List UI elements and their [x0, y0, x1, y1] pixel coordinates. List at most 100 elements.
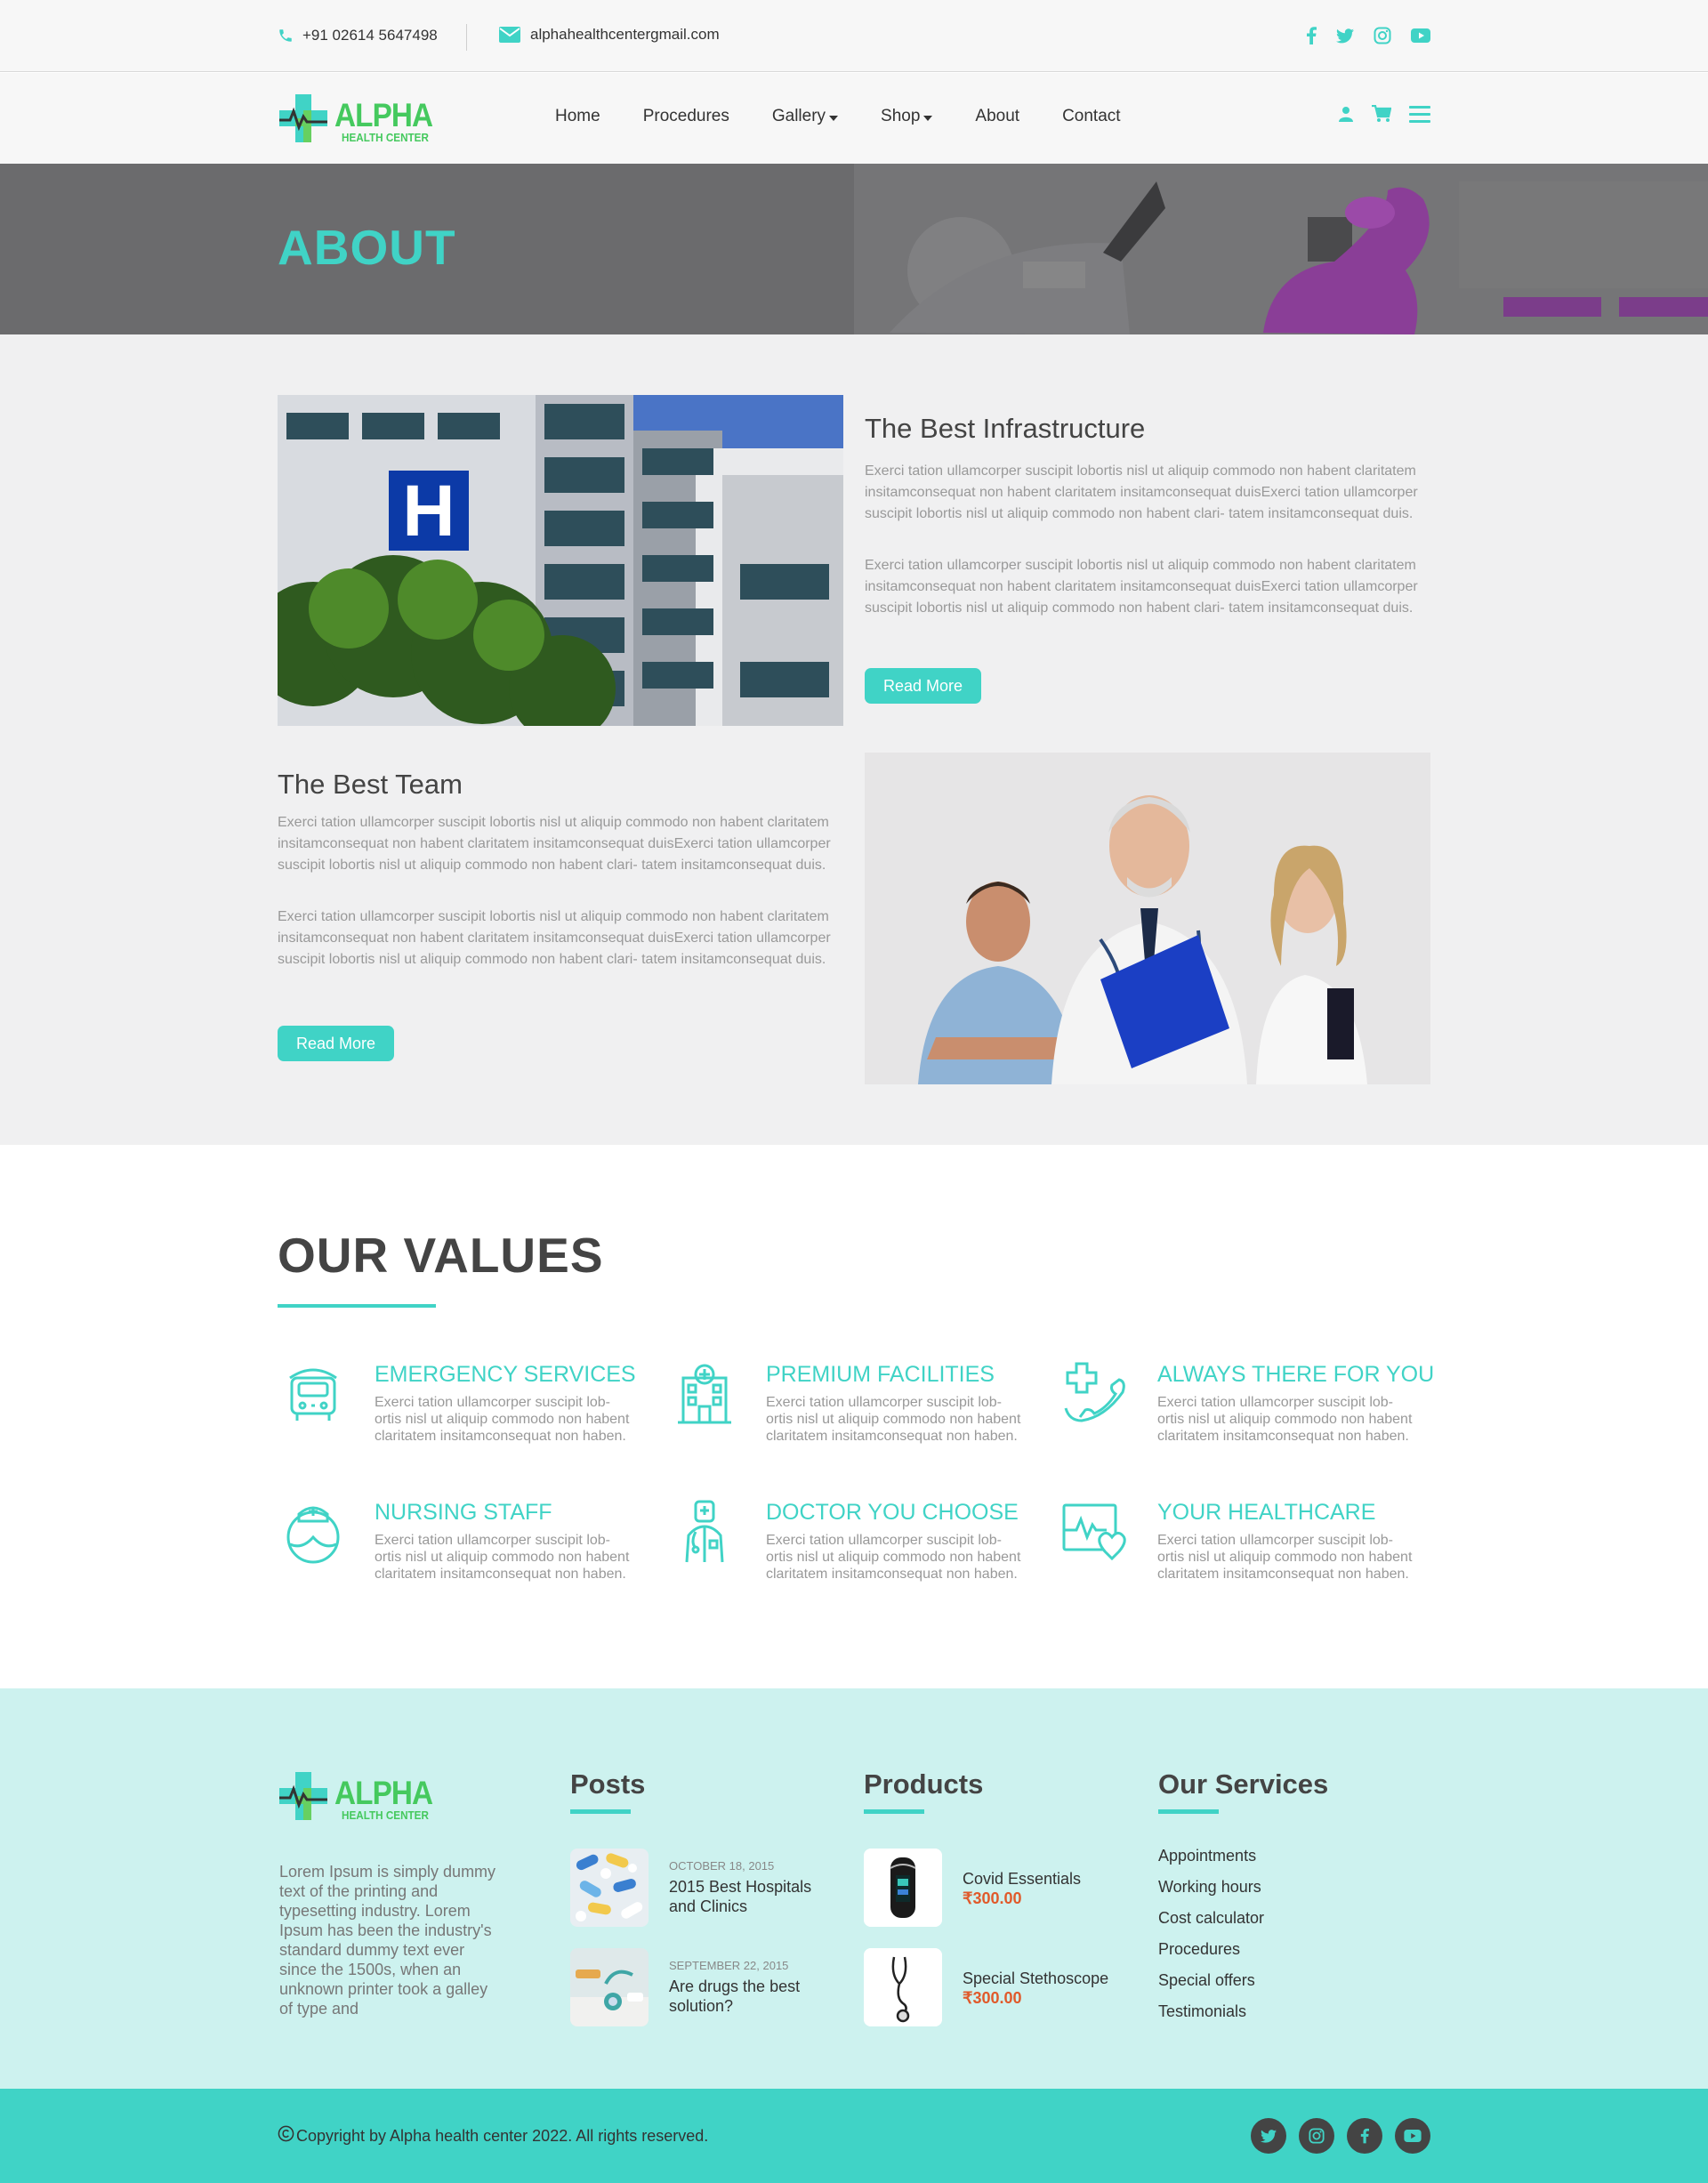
value-title: NURSING STAFF	[375, 1500, 552, 1525]
doctor-icon	[669, 1496, 740, 1567]
services-heading-underline	[1158, 1809, 1219, 1814]
values-title: OUR VALUES	[278, 1228, 604, 1283]
team-paragraph-1: Exerci tation ullamcorper suscipit lobor…	[278, 815, 831, 873]
value-title: EMERGENCY SERVICES	[375, 1362, 636, 1387]
nav-item-contact[interactable]: Contact	[1062, 107, 1120, 126]
cart-icon[interactable]	[1372, 105, 1391, 123]
products-heading-underline	[864, 1809, 924, 1814]
value-title: DOCTOR YOU CHOOSE	[766, 1500, 1019, 1525]
nav-label: Shop	[881, 107, 921, 125]
value-card: DOCTOR YOU CHOOSE Exerci tation ullamcor…	[669, 1496, 1043, 1603]
nav-icons	[1338, 105, 1430, 123]
value-title: ALWAYS THERE FOR YOU	[1157, 1362, 1435, 1387]
nav-item-about[interactable]: About	[975, 107, 1019, 126]
value-text: Exerci tation ullamcorper suscipit lob- …	[766, 1533, 1021, 1582]
team-read-more-button[interactable]: Read More	[278, 1026, 394, 1061]
copyright: Copyright by Alpha health center 2022. A…	[278, 2125, 708, 2147]
posts-heading-underline	[570, 1809, 631, 1814]
page-title: ABOUT	[278, 220, 456, 275]
service-link-procedures[interactable]: Procedures	[1158, 1940, 1240, 1959]
nav-label: About	[975, 107, 1020, 125]
value-text: Exerci tation ullamcorper suscipit lob- …	[1157, 1395, 1413, 1444]
post-item[interactable]: SEPTEMBER 22, 2015 Are drugs the best so…	[570, 1948, 828, 2026]
brand-title: ALPHA	[334, 96, 433, 133]
service-link-working-hours[interactable]: Working hours	[1158, 1878, 1261, 1897]
ambulance-icon	[278, 1358, 349, 1430]
nav-menu: Home Procedures Gallery Shop About Conta…	[555, 107, 1164, 126]
caret-down-icon	[829, 107, 839, 126]
copyright-text: Copyright by Alpha health center 2022. A…	[296, 2126, 709, 2145]
value-card: EMERGENCY SERVICES Exerci tation ullamco…	[278, 1358, 651, 1465]
email-contact[interactable]: alphahealthcentergmail.com	[498, 26, 720, 44]
email-address: alphahealthcentergmail.com	[530, 26, 720, 43]
nav-item-home[interactable]: Home	[555, 107, 600, 126]
divider	[466, 24, 467, 51]
post-date: OCTOBER 18, 2015	[669, 1859, 775, 1873]
infrastructure-paragraph-1: Exerci tation ullamcorper suscipit lobor…	[865, 463, 1418, 521]
phone-contact[interactable]: +91 02614 5647498	[278, 27, 438, 44]
about-section: H The Best Infrastructure Exerci tation …	[0, 334, 1708, 1145]
product-name: Special Stethoscope	[963, 1970, 1109, 1987]
value-text: Exerci tation ullamcorper suscipit lob- …	[766, 1395, 1021, 1444]
oximeter-thumbnail	[864, 1849, 942, 1927]
facebook-icon[interactable]	[1306, 27, 1317, 44]
envelope-icon	[498, 26, 521, 44]
facebook-icon[interactable]	[1347, 2118, 1382, 2154]
infrastructure-paragraph-2: Exerci tation ullamcorper suscipit lobor…	[865, 558, 1418, 616]
value-card: ALWAYS THERE FOR YOU Exerci tation ullam…	[1060, 1358, 1434, 1465]
values-section: OUR VALUES EMERGENCY SERVICES Exerci tat…	[0, 1145, 1708, 1688]
product-item[interactable]: Special Stethoscope ₹300.00	[864, 1948, 1148, 2026]
product-price: ₹300.00	[963, 1989, 1022, 2007]
footer: ALPHA HEALTH CENTER Lorem Ipsum is simpl…	[0, 1688, 1708, 2089]
infrastructure-read-more-button[interactable]: Read More	[865, 668, 981, 704]
value-text: Exerci tation ullamcorper suscipit lob- …	[375, 1533, 630, 1582]
value-card: YOUR HEALTHCARE Exerci tation ullamcorpe…	[1060, 1496, 1434, 1603]
nav-item-procedures[interactable]: Procedures	[643, 107, 729, 126]
post-title: 2015 Best Hospitals and Clinics	[669, 1878, 812, 1915]
product-price: ₹300.00	[963, 1889, 1022, 1907]
top-bar: +91 02614 5647498 alphahealthcentergmail…	[0, 0, 1708, 72]
values-title-underline	[278, 1304, 436, 1308]
instagram-icon[interactable]	[1299, 2118, 1334, 2154]
service-link-special-offers[interactable]: Special offers	[1158, 1971, 1255, 1990]
medical-cross-logo-icon	[278, 93, 329, 149]
post-title: Are drugs the best solution?	[669, 1978, 801, 2015]
brand-name: ALPHA HEALTH CENTER	[334, 99, 443, 143]
twitter-icon[interactable]	[1336, 27, 1354, 44]
service-link-cost-calculator[interactable]: Cost calculator	[1158, 1909, 1264, 1928]
brand-tagline: HEALTH CENTER	[342, 130, 429, 144]
nav-item-shop[interactable]: Shop	[881, 107, 933, 126]
copyright-icon	[278, 2125, 294, 2147]
copyright-bar: Copyright by Alpha health center 2022. A…	[0, 2089, 1708, 2183]
post-item[interactable]: OCTOBER 18, 2015 2015 Best Hospitals and…	[570, 1849, 828, 1927]
youtube-icon[interactable]	[1395, 2118, 1430, 2154]
team-title: The Best Team	[278, 769, 463, 800]
brand-tagline: HEALTH CENTER	[342, 1808, 429, 1822]
service-link-testimonials[interactable]: Testimonials	[1158, 2002, 1246, 2021]
stethoscope-product-thumbnail	[864, 1948, 942, 2026]
main-navbar: ALPHA HEALTH CENTER Home Procedures Gall…	[0, 73, 1708, 164]
user-icon[interactable]	[1338, 106, 1354, 122]
twitter-icon[interactable]	[1251, 2118, 1286, 2154]
nav-item-gallery[interactable]: Gallery	[771, 107, 839, 126]
menu-icon[interactable]	[1409, 105, 1430, 123]
youtube-icon[interactable]	[1411, 27, 1430, 44]
svg-text:H: H	[402, 471, 455, 552]
product-item[interactable]: Covid Essentials ₹300.00	[864, 1849, 1148, 1927]
medical-cross-logo-icon	[278, 1770, 329, 1826]
instagram-icon[interactable]	[1374, 27, 1391, 44]
value-text: Exerci tation ullamcorper suscipit lob- …	[375, 1395, 630, 1444]
posts-heading: Posts	[570, 1768, 646, 1800]
value-card: PREMIUM FACILITIES Exerci tation ullamco…	[669, 1358, 1043, 1465]
nav-label: Gallery	[771, 107, 826, 125]
phone-number: +91 02614 5647498	[302, 27, 438, 44]
footer-brand-logo[interactable]: ALPHA HEALTH CENTER	[278, 1770, 443, 1826]
brand-logo[interactable]: ALPHA HEALTH CENTER	[278, 93, 443, 149]
nav-label: Contact	[1062, 107, 1121, 125]
hospital-building-image: H	[278, 395, 843, 726]
caret-down-icon	[923, 107, 933, 126]
brand-title: ALPHA	[334, 1774, 433, 1811]
value-title: YOUR HEALTHCARE	[1157, 1500, 1376, 1525]
service-link-appointments[interactable]: Appointments	[1158, 1847, 1256, 1865]
medical-phone-icon	[1060, 1358, 1132, 1430]
